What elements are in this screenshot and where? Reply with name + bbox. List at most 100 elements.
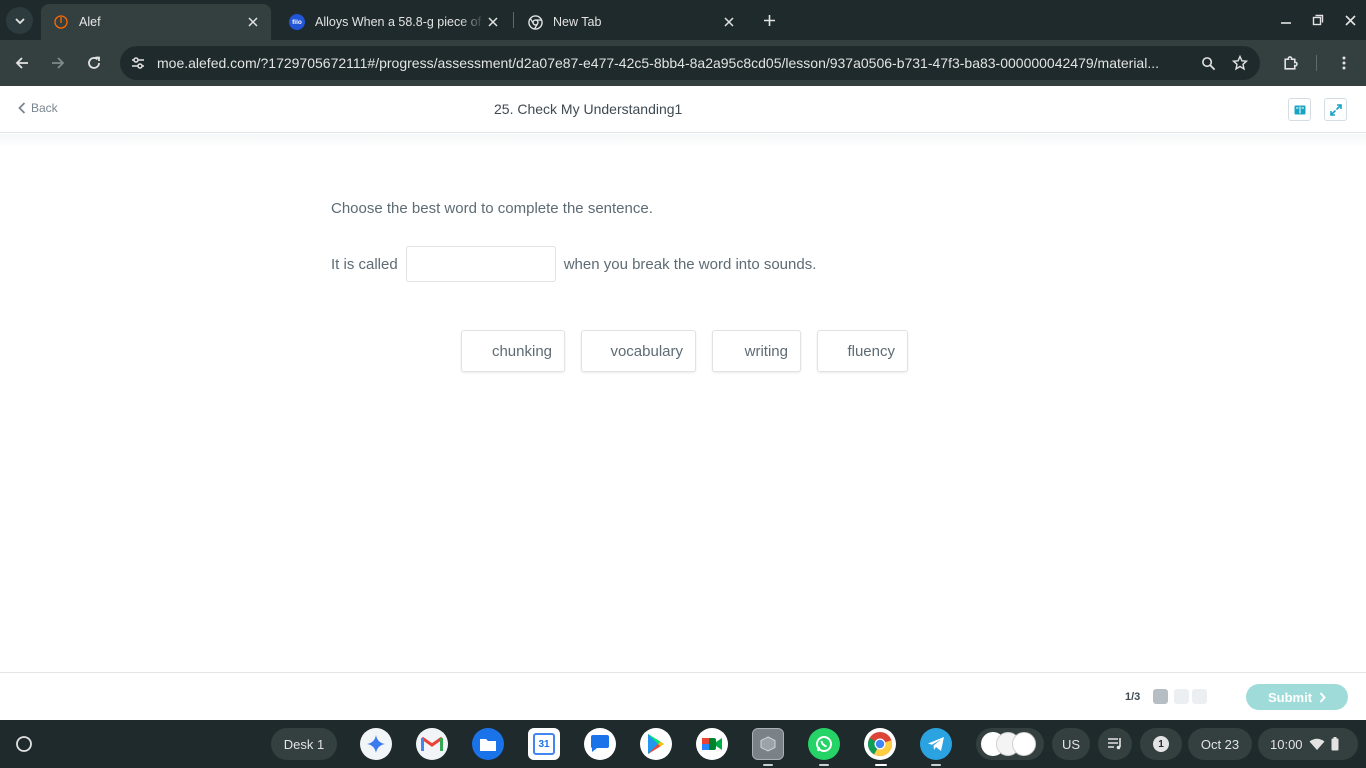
notification-center-button[interactable]: 1 <box>1140 728 1182 760</box>
ime-menu-button[interactable]: US <box>1052 728 1090 760</box>
tab-title: Alef <box>79 15 101 29</box>
holding-space-tray[interactable] <box>976 728 1044 760</box>
bookmark-button[interactable] <box>1228 51 1252 75</box>
fullscreen-button[interactable] <box>1324 98 1347 121</box>
tab-new-tab[interactable]: New Tab <box>515 4 747 40</box>
system-shelf: Desk 1 31 US 1 Oct 23 10:00 <box>0 720 1366 768</box>
option-writing[interactable]: writing <box>712 330 801 372</box>
page-title: 25. Check My Understanding1 <box>494 101 683 117</box>
filo-favicon-icon: filo <box>289 14 305 30</box>
minimize-button[interactable] <box>1275 9 1297 31</box>
extensions-button[interactable] <box>1278 51 1302 75</box>
launcher-circle-icon <box>16 736 32 752</box>
header-shadow <box>0 134 1366 148</box>
progress-step-2[interactable] <box>1174 689 1189 704</box>
messages-app-icon[interactable] <box>584 728 616 760</box>
close-icon[interactable] <box>485 14 501 30</box>
address-bar[interactable]: moe.alefed.com/?1729705672111#/progress/… <box>120 46 1260 80</box>
files-app-icon[interactable] <box>472 728 504 760</box>
close-icon[interactable] <box>721 14 737 30</box>
submit-label: Submit <box>1267 689 1313 705</box>
option-vocabulary[interactable]: vocabulary <box>581 330 696 372</box>
date-tray[interactable]: Oct 23 <box>1188 728 1252 760</box>
tab-title: New Tab <box>553 15 602 29</box>
forward-nav-button[interactable] <box>46 51 70 75</box>
browser-menu-button[interactable] <box>1332 51 1356 75</box>
chevron-right-icon <box>1319 691 1326 703</box>
question-instruction: Choose the best word to complete the sen… <box>331 200 653 217</box>
new-tab-button[interactable] <box>758 9 780 31</box>
tab-alef[interactable]: Alef <box>41 4 271 40</box>
page-content: Back 25. Check My Understanding1 Choose … <box>0 86 1366 720</box>
desk-button[interactable]: Desk 1 <box>271 728 337 760</box>
play-store-app-icon[interactable] <box>640 728 672 760</box>
progress-counter: 1/3 <box>1125 691 1141 703</box>
close-icon <box>1344 14 1356 26</box>
back-nav-button[interactable] <box>10 51 34 75</box>
puzzle-icon <box>1283 55 1298 70</box>
word-options: chunking vocabulary writing fluency <box>461 330 908 372</box>
media-controls-button[interactable] <box>1098 728 1132 760</box>
option-chunking[interactable]: chunking <box>461 330 565 372</box>
restore-icon <box>1312 14 1324 26</box>
wifi-icon <box>1309 738 1325 750</box>
tab-filo[interactable]: filo Alloys When a 58.8-g piece of h <box>277 4 511 40</box>
submit-button[interactable]: Submit <box>1246 684 1348 710</box>
launcher-button[interactable] <box>8 728 40 760</box>
system-status-tray[interactable]: 10:00 <box>1258 728 1358 760</box>
star-icon <box>1232 55 1248 71</box>
browser-tab-strip: Alef filo Alloys When a 58.8-g piece of … <box>0 0 1366 40</box>
chevron-left-icon <box>18 102 26 114</box>
back-link[interactable]: Back <box>18 101 58 115</box>
magnifier-icon <box>1201 56 1215 70</box>
expand-icon <box>1329 103 1342 116</box>
glossary-button[interactable] <box>1288 98 1311 121</box>
browser-toolbar: moe.alefed.com/?1729705672111#/progress/… <box>0 40 1366 86</box>
toolbar-divider <box>1316 55 1317 71</box>
book-icon <box>1294 105 1305 114</box>
tab-search-button[interactable] <box>6 7 33 34</box>
minimize-icon <box>1281 22 1291 24</box>
restore-button[interactable] <box>1307 9 1329 31</box>
url-text[interactable]: moe.alefed.com/?1729705672111#/progress/… <box>157 55 1187 71</box>
chevron-down-icon <box>14 17 25 24</box>
sentence-suffix: when you break the word into sounds. <box>563 255 817 273</box>
gemini-app-icon[interactable] <box>360 728 392 760</box>
chrome-favicon-icon <box>527 14 543 30</box>
notification-count-badge: 1 <box>1153 736 1169 752</box>
chrome-app-icon[interactable] <box>864 728 896 760</box>
reload-icon <box>88 56 100 69</box>
sentence-prefix: It is called <box>331 255 398 273</box>
app-box-icon[interactable] <box>752 728 784 760</box>
app-active-indicator <box>875 764 887 766</box>
telegram-app-icon[interactable] <box>920 728 952 760</box>
alef-favicon-icon <box>53 14 69 30</box>
calendar-app-icon[interactable]: 31 <box>528 728 560 760</box>
app-running-indicator <box>763 764 773 766</box>
progress-step-1[interactable] <box>1153 689 1168 704</box>
whatsapp-app-icon[interactable] <box>808 728 840 760</box>
tab-divider <box>513 12 514 28</box>
site-info-button[interactable] <box>126 51 150 75</box>
more-vert-icon <box>1342 56 1346 70</box>
app-running-indicator <box>931 764 941 766</box>
tab-title: Alloys When a 58.8-g piece of h <box>315 15 485 29</box>
arrow-right-icon <box>52 57 65 69</box>
window-close-button[interactable] <box>1339 9 1361 31</box>
holding-item-3 <box>1012 732 1036 756</box>
reload-button[interactable] <box>82 51 106 75</box>
clock-time: 10:00 <box>1270 736 1303 752</box>
back-label: Back <box>31 101 58 115</box>
battery-icon <box>1331 737 1339 751</box>
close-icon[interactable] <box>245 14 261 30</box>
meet-app-icon[interactable] <box>696 728 728 760</box>
progress-step-3[interactable] <box>1192 689 1207 704</box>
gmail-app-icon[interactable] <box>416 728 448 760</box>
answer-drop-zone[interactable] <box>405 246 556 282</box>
option-fluency[interactable]: fluency <box>817 330 908 372</box>
plus-icon <box>763 14 775 26</box>
zoom-button[interactable] <box>1196 51 1220 75</box>
question-sentence: It is called when you break the word int… <box>331 246 816 282</box>
arrow-left-icon <box>15 57 28 69</box>
assessment-footer: 1/3 Submit <box>0 672 1366 720</box>
